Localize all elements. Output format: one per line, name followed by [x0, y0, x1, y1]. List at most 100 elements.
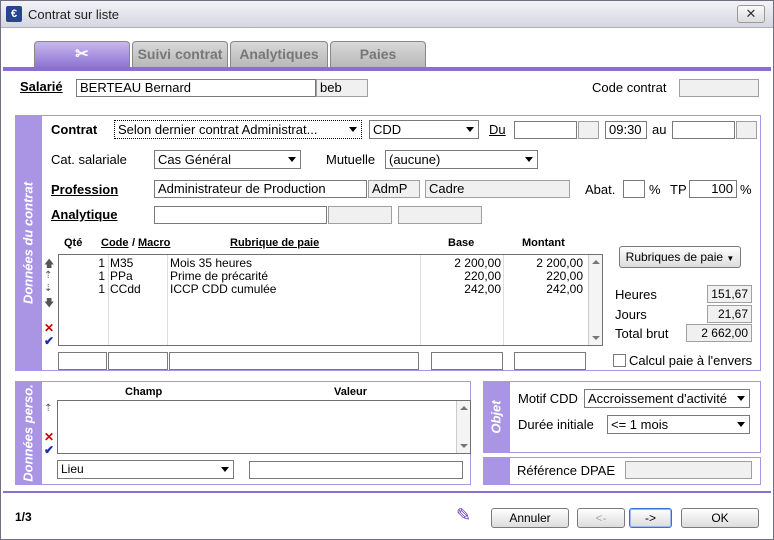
- validate-row-icon[interactable]: ✔: [44, 443, 54, 457]
- edit-rubrique-field[interactable]: [169, 352, 419, 370]
- move-up-one-icon[interactable]: ⇡: [44, 270, 52, 281]
- duree-initiale-label: Durée initiale: [518, 417, 594, 432]
- rubriques-grid[interactable]: 1 M35 Mois 35 heures 2 200,00 2 200,00 1…: [58, 254, 603, 346]
- row-rubrique: Mois 35 heures: [170, 256, 253, 270]
- calcul-envers-checkbox[interactable]: [613, 354, 626, 367]
- mutuelle-value: (aucune): [389, 152, 441, 167]
- cat-salariale-select[interactable]: Cas Général: [154, 150, 301, 169]
- lieu-value-field[interactable]: [249, 461, 463, 479]
- end-date-field[interactable]: [672, 121, 735, 139]
- perso-grid[interactable]: [57, 400, 471, 454]
- contrat-type-select[interactable]: Selon dernier contrat Administrat...: [114, 120, 362, 139]
- duree-initiale-value: <= 1 mois: [611, 417, 669, 432]
- cat-salariale-label: Cat. salariale: [51, 152, 127, 167]
- tp-field[interactable]: 100: [689, 180, 737, 198]
- row-base: 2 200,00: [454, 256, 501, 270]
- chevron-down-icon: [221, 467, 229, 472]
- cat-salariale-value: Cas Général: [158, 152, 231, 167]
- mutuelle-select[interactable]: (aucune): [385, 150, 538, 169]
- au-label: au: [652, 122, 667, 137]
- edit-code-field[interactable]: [108, 352, 168, 370]
- row-base: 242,00: [464, 282, 501, 296]
- row-montant: 2 200,00: [536, 256, 583, 270]
- tab-analytiques[interactable]: Analytiques: [230, 41, 328, 67]
- mutuelle-label: Mutuelle: [326, 152, 376, 167]
- code-contrat-label: Code contrat: [592, 80, 667, 95]
- rubriques-button-label: Rubriques de paie: [625, 250, 724, 264]
- motif-cdd-value: Accroissement d'activité: [588, 391, 728, 406]
- col-rubrique[interactable]: Rubrique de paie: [230, 237, 319, 249]
- scroll-down-icon[interactable]: [460, 444, 468, 448]
- lieu-select[interactable]: Lieu: [57, 460, 234, 479]
- chevron-down-icon: [288, 157, 296, 162]
- tp-label: TP: [670, 182, 687, 197]
- close-button[interactable]: ✕: [737, 5, 765, 23]
- profession-label[interactable]: Profession: [51, 182, 118, 197]
- next-button[interactable]: ->: [629, 508, 672, 528]
- salarie-label[interactable]: Salarié: [20, 79, 63, 94]
- objet-sidebar: Objet: [483, 381, 509, 453]
- move-up-icon[interactable]: ⇡: [44, 403, 52, 414]
- analytique-label[interactable]: Analytique: [51, 207, 117, 222]
- chevron-down-icon: [737, 422, 745, 427]
- analytique-desc-field: [398, 206, 482, 224]
- tab-contrat[interactable]: ✂: [34, 41, 130, 67]
- code-contrat-field: [679, 79, 759, 97]
- scroll-down-icon[interactable]: [592, 336, 600, 340]
- start-time-field[interactable]: 09:30: [605, 121, 647, 139]
- duree-initiale-select[interactable]: <= 1 mois: [607, 415, 750, 434]
- edit-qte-field[interactable]: [58, 352, 107, 370]
- col-macro[interactable]: Macro: [138, 237, 170, 249]
- previous-button[interactable]: <-: [577, 508, 625, 528]
- col-champ: Champ: [125, 386, 163, 398]
- edit-base-field[interactable]: [431, 352, 503, 370]
- contrat-type-value: Selon dernier contrat Administrat...: [118, 122, 318, 137]
- move-down-one-icon[interactable]: ⇣: [44, 283, 52, 294]
- abat-field[interactable]: [623, 180, 645, 198]
- rubriques-de-paie-button[interactable]: Rubriques de paie ▼: [619, 246, 741, 268]
- col-code[interactable]: Code: [101, 237, 129, 249]
- tab-suivi-contrat[interactable]: Suivi contrat: [132, 41, 228, 67]
- salarie-name-field[interactable]: BERTEAU Bernard: [76, 79, 316, 97]
- perso-scrollbar[interactable]: [456, 401, 470, 453]
- calcul-envers-label[interactable]: Calcul paie à l'envers: [629, 353, 752, 368]
- du-label[interactable]: Du: [489, 122, 506, 137]
- contrat-kind-select[interactable]: CDD: [369, 120, 479, 139]
- window-title: Contrat sur liste: [28, 7, 120, 22]
- validate-row-icon[interactable]: ✔: [44, 334, 54, 348]
- app-icon: €: [6, 6, 22, 22]
- ok-button[interactable]: OK: [681, 508, 759, 528]
- start-date-field[interactable]: [514, 121, 577, 139]
- row-base: 220,00: [464, 269, 501, 283]
- profession-category-field: Cadre: [425, 180, 570, 198]
- pencil-icon[interactable]: ✎: [456, 505, 471, 526]
- clapperboard-icon: ✂: [75, 46, 89, 63]
- page-indicator: 1/3: [15, 510, 32, 524]
- col-valeur: Valeur: [334, 386, 368, 398]
- scroll-up-icon[interactable]: [592, 260, 600, 264]
- end-calendar-field[interactable]: [736, 121, 757, 139]
- chevron-down-icon: [349, 127, 357, 132]
- start-calendar-field[interactable]: [578, 121, 599, 139]
- delete-row-icon[interactable]: ✕: [44, 321, 54, 335]
- motif-cdd-select[interactable]: Accroissement d'activité: [584, 389, 750, 408]
- tab-paies[interactable]: Paies: [330, 41, 426, 67]
- edit-montant-field[interactable]: [514, 352, 586, 370]
- analytique-field[interactable]: [154, 206, 327, 224]
- delete-row-icon[interactable]: ✕: [44, 430, 54, 444]
- donnees-perso-title: Données perso.: [20, 384, 36, 482]
- profession-field[interactable]: Administrateur de Production: [154, 180, 367, 198]
- scroll-up-icon[interactable]: [460, 406, 468, 410]
- row-code: CCdd: [110, 282, 141, 296]
- row-qte: 1: [98, 282, 105, 296]
- tab-underline: [3, 67, 771, 71]
- jours-label: Jours: [615, 307, 647, 322]
- col-base: Base: [448, 237, 475, 249]
- row-qte: 1: [98, 269, 105, 283]
- rubriques-scrollbar[interactable]: [588, 255, 602, 345]
- annuler-button[interactable]: Annuler: [491, 508, 569, 528]
- row-code: M35: [110, 256, 134, 270]
- reference-dpae-label: Référence DPAE: [517, 463, 616, 478]
- chevron-down-icon: [525, 157, 533, 162]
- move-down-icon[interactable]: 🡇: [44, 296, 54, 313]
